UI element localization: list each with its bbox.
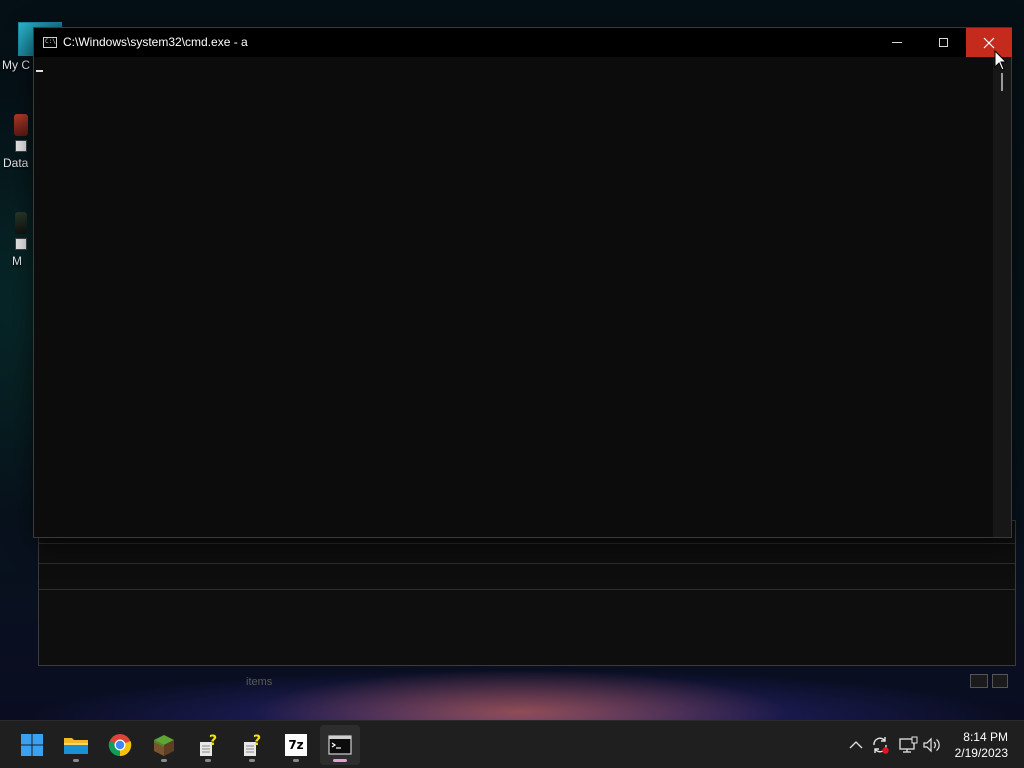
running-indicator (293, 759, 299, 762)
taskbar-minecraft[interactable] (144, 725, 184, 765)
taskbar-unknown-app-2[interactable]: ? (232, 725, 272, 765)
svg-text:?: ? (209, 733, 217, 749)
terminal-icon (328, 735, 352, 755)
desktop-icon-label: Data (3, 156, 29, 170)
taskbar-command-prompt[interactable] (320, 725, 360, 765)
running-indicator (205, 759, 211, 762)
minimize-icon (892, 42, 902, 43)
tray-network[interactable] (897, 734, 919, 756)
7zip-icon-text: 7z (288, 738, 304, 752)
folder-icon (64, 738, 88, 754)
taskbar-7zip[interactable]: 7z (276, 725, 316, 765)
start-button[interactable] (12, 725, 52, 765)
running-indicator (73, 759, 79, 762)
shortcut-arrow-icon (15, 140, 27, 152)
window-title: C:\Windows\system32\cmd.exe - a (63, 35, 248, 49)
show-hidden-icons-button[interactable] (845, 734, 867, 756)
taskbar-unknown-app-1[interactable]: ? (188, 725, 228, 765)
clock-time: 8:14 PM (963, 730, 1008, 744)
cmd-app-icon-text: C:\ (45, 38, 56, 45)
text-cursor (36, 70, 43, 72)
question-mark-icon: ? (200, 733, 217, 756)
large-icons-view-icon[interactable] (992, 674, 1008, 688)
question-mark-icon: ? (244, 733, 261, 756)
background-window-status: items (246, 676, 273, 688)
divider (39, 589, 1015, 590)
taskbar-clock[interactable]: 8:14 PM 2/19/2023 (955, 729, 1008, 761)
maximize-button[interactable] (920, 28, 966, 57)
scrollbar-thumb[interactable] (1001, 73, 1003, 91)
volume-icon (923, 737, 940, 753)
grass-block-icon (154, 735, 174, 756)
tray-volume[interactable] (921, 734, 943, 756)
cmd-window[interactable]: C:\ C:\Windows\system32\cmd.exe - a (33, 27, 1012, 538)
divider (39, 563, 1015, 564)
divider (39, 543, 1015, 544)
tray-sync[interactable] (869, 734, 891, 756)
running-indicator (161, 759, 167, 762)
minimize-button[interactable] (874, 28, 920, 57)
desktop-icon-my-computer[interactable]: My C (0, 10, 62, 80)
windows-logo-icon (21, 734, 43, 756)
background-window[interactable] (38, 520, 1016, 666)
7zip-icon: 7z (285, 734, 307, 756)
app-shortcut-icon (15, 212, 27, 234)
network-icon (899, 736, 918, 753)
mouse-pointer-icon (994, 50, 1008, 71)
svg-text:?: ? (253, 733, 261, 749)
taskbar-file-explorer[interactable] (56, 725, 96, 765)
vertical-scrollbar[interactable] (993, 57, 1011, 537)
chevron-up-icon (849, 741, 863, 749)
clock-date: 2/19/2023 (954, 746, 1008, 760)
title-bar[interactable]: C:\ C:\Windows\system32\cmd.exe - a (34, 28, 1012, 57)
close-icon (983, 37, 995, 48)
app-shortcut-icon (14, 114, 28, 136)
desktop-icon-data[interactable]: Data (0, 112, 34, 172)
desktop-icon-label: My C (2, 58, 30, 72)
console-output[interactable] (34, 57, 993, 537)
taskbar-chrome[interactable] (100, 725, 140, 765)
shortcut-arrow-icon (15, 238, 27, 250)
desktop-icon-label: M (12, 254, 22, 268)
active-indicator (333, 759, 347, 762)
chrome-icon (108, 734, 132, 757)
maximize-icon (938, 38, 948, 47)
cmd-app-icon[interactable]: C:\ (43, 37, 57, 48)
sync-icon (873, 737, 889, 754)
desktop-icon-m[interactable]: M (0, 210, 34, 270)
details-view-icon[interactable] (970, 674, 988, 688)
taskbar: ? ? 7z 8:14 PM 2/19/2023 (0, 720, 1024, 768)
running-indicator (249, 759, 255, 762)
